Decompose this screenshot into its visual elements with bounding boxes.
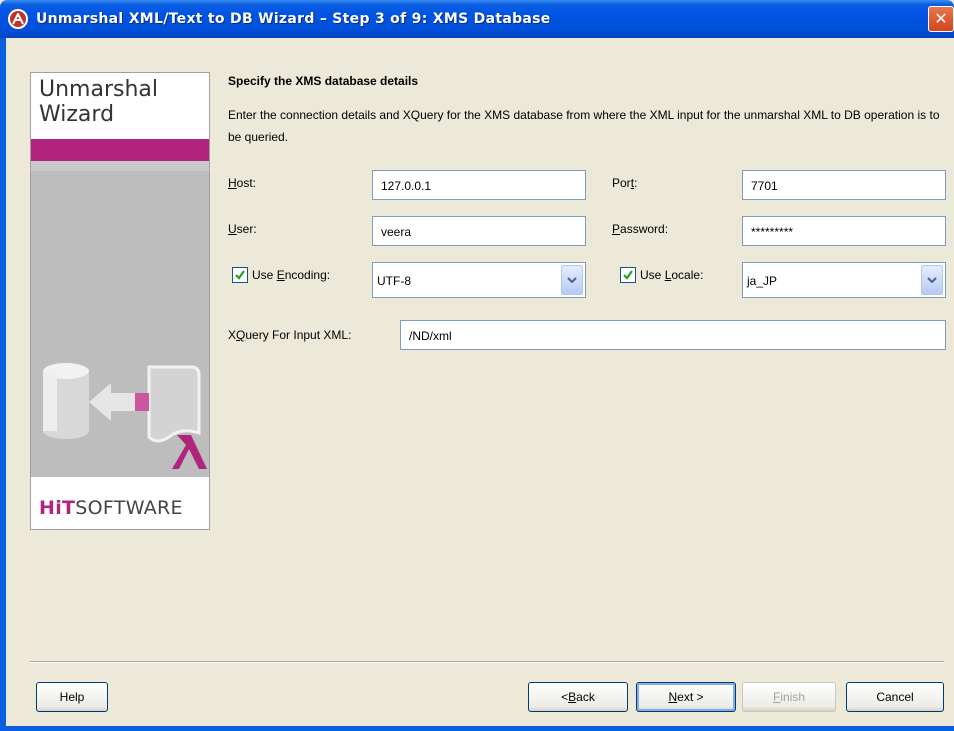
window-frame-bottom bbox=[0, 726, 954, 731]
wizard-side-panel: Unmarshal Wizard HiTSOFTWARE bbox=[30, 72, 210, 530]
title-bar[interactable]: Unmarshal XML/Text to DB Wizard – Step 3… bbox=[0, 0, 954, 38]
side-panel-heading: Unmarshal Wizard bbox=[39, 77, 159, 127]
hitsoftware-logo: HiTSOFTWARE bbox=[39, 497, 183, 519]
password-label: Password: bbox=[612, 222, 669, 236]
help-button[interactable]: Help bbox=[36, 682, 108, 712]
side-panel-strip bbox=[31, 161, 209, 171]
chevron-down-icon[interactable] bbox=[921, 265, 943, 295]
use-locale-label[interactable]: Use Locale: bbox=[640, 268, 703, 282]
xquery-input[interactable]: /ND/xml bbox=[400, 320, 946, 350]
window-frame-left bbox=[0, 38, 6, 731]
locale-select-value: ja_JP bbox=[747, 274, 778, 288]
user-input[interactable]: veera bbox=[372, 216, 586, 246]
port-label: Port: bbox=[612, 176, 638, 190]
finish-button[interactable]: Finish bbox=[742, 682, 836, 712]
window-title: Unmarshal XML/Text to DB Wizard – Step 3… bbox=[36, 11, 551, 27]
database-import-illustration bbox=[31, 171, 209, 477]
xquery-label: XQuery For Input XML: bbox=[228, 328, 352, 342]
chevron-down-icon[interactable] bbox=[561, 265, 583, 295]
page-description: Enter the connection details and XQuery … bbox=[228, 108, 940, 144]
use-encoding-label[interactable]: Use Encoding: bbox=[252, 268, 330, 282]
user-label: User: bbox=[228, 222, 257, 236]
checkmark-icon bbox=[623, 270, 633, 280]
page-heading: Specify the XMS database details bbox=[228, 74, 419, 88]
use-locale-checkbox[interactable] bbox=[620, 267, 636, 283]
port-input[interactable]: 7701 bbox=[742, 170, 946, 200]
password-input[interactable]: ********* bbox=[742, 216, 946, 246]
side-panel-accent-band bbox=[31, 139, 209, 161]
back-button[interactable]: < Back bbox=[528, 682, 628, 712]
next-button[interactable]: Next > bbox=[636, 682, 736, 712]
encoding-select[interactable]: UTF-8 bbox=[372, 262, 586, 298]
encoding-select-value: UTF-8 bbox=[377, 274, 411, 288]
cancel-button[interactable]: Cancel bbox=[846, 682, 944, 712]
close-icon: ✕ bbox=[934, 11, 948, 28]
footer-separator bbox=[30, 661, 944, 663]
host-label: Host: bbox=[228, 176, 257, 190]
checkmark-icon bbox=[235, 270, 245, 280]
app-icon bbox=[8, 9, 28, 29]
use-encoding-checkbox[interactable] bbox=[232, 267, 248, 283]
locale-select[interactable]: ja_JP bbox=[742, 262, 946, 298]
close-button[interactable]: ✕ bbox=[928, 6, 954, 32]
host-input[interactable]: 127.0.0.1 bbox=[372, 170, 586, 200]
